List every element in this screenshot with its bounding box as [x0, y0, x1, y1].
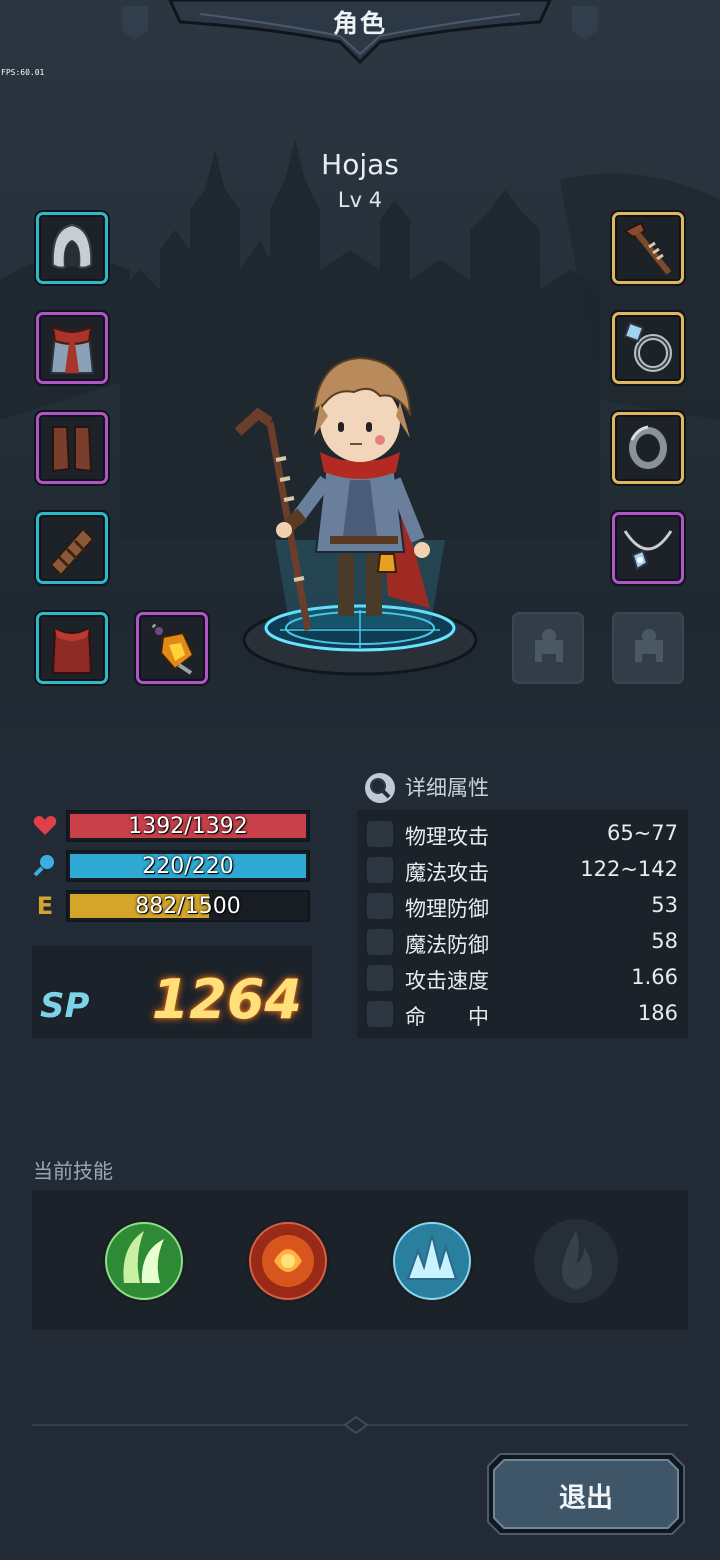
attr-name: 魔法防御: [405, 933, 489, 957]
attr-value: 65~77: [606, 821, 678, 845]
page-title: 角色: [332, 9, 387, 38]
sp-value: 1264: [151, 968, 302, 1031]
mana-icon: [33, 855, 54, 877]
locked-slot-icon: [535, 629, 563, 662]
equip-slot-hood[interactable]: [36, 212, 108, 284]
shield-icon: [367, 893, 393, 919]
locked-skill-icon[interactable]: [532, 1217, 620, 1305]
exp-bar: 882/1500: [66, 890, 310, 922]
ice-skill-icon[interactable]: [388, 1217, 476, 1305]
tunic-icon: [49, 325, 95, 374]
equip-slot-arms[interactable]: [36, 512, 108, 584]
attr-row: 物理攻击 65~77: [357, 816, 688, 852]
attr-row: 攻击速度 1.66: [357, 960, 688, 996]
equip-slot-locked-2[interactable]: [612, 612, 684, 684]
hp-bar: 1392/1392: [66, 810, 310, 842]
attr-name: 攻击速度: [405, 969, 489, 993]
amber-amulet-icon: [151, 623, 195, 675]
heart-icon: [33, 816, 57, 835]
attr-row: 魔法防御 58: [357, 924, 688, 960]
fire-skill-icon[interactable]: [244, 1217, 332, 1305]
attributes-title[interactable]: 详细属性: [405, 772, 489, 802]
target-icon: [367, 1001, 393, 1027]
attr-name: 物理防御: [405, 897, 489, 921]
attr-name: 命 中: [405, 1005, 489, 1029]
sp-panel: SP 1264: [32, 946, 312, 1038]
skills-title: 当前技能: [33, 1159, 113, 1183]
equip-slot-necklace[interactable]: [612, 512, 684, 584]
attr-name: 物理攻击: [405, 825, 489, 849]
character-level: Lv 4: [337, 188, 383, 212]
attr-value: 53: [651, 893, 678, 917]
attr-name: 魔法攻击: [405, 861, 489, 885]
equip-slot-ring-2[interactable]: [612, 412, 684, 484]
equip-slot-chest[interactable]: [36, 312, 108, 384]
equip-slot-boots[interactable]: [36, 412, 108, 484]
attr-row: 物理防御 53: [357, 888, 688, 924]
exp-label: E: [36, 892, 54, 920]
speed-icon: [367, 965, 393, 991]
equip-slot-weapon[interactable]: [612, 212, 684, 284]
exit-label: 退出: [559, 1483, 613, 1514]
necklace-icon: [623, 530, 673, 571]
mp-bar: 220/220: [66, 850, 310, 882]
wind-skill-icon[interactable]: [100, 1217, 188, 1305]
character-name: Hojas: [321, 148, 399, 181]
exp-text: 882/1500: [135, 894, 241, 919]
attr-value: 1.66: [631, 965, 678, 989]
sp-label: SP: [40, 986, 90, 1026]
equip-slot-locked-1[interactable]: [512, 612, 584, 684]
magic-shield-icon: [367, 929, 393, 955]
gem-ring-icon: [623, 321, 672, 372]
attributes-panel: 物理攻击 65~77 魔法攻击 122~142 物理防御 53 魔法防御 58 …: [357, 810, 688, 1038]
equip-slot-ring-1[interactable]: [612, 312, 684, 384]
hood-icon: [51, 223, 93, 269]
arm-wrap-icon: [49, 527, 95, 577]
equip-slot-cloak[interactable]: [36, 612, 108, 684]
sword-icon: [367, 821, 393, 847]
attr-value: 122~142: [580, 857, 678, 881]
mp-text: 220/220: [142, 854, 234, 879]
divider-ornament: [344, 1416, 368, 1434]
hp-text: 1392/1392: [128, 814, 248, 839]
attr-row: 魔法攻击 122~142: [357, 852, 688, 888]
hero-character: [234, 356, 478, 676]
staff-icon: [623, 221, 672, 275]
attr-value: 186: [637, 1001, 678, 1025]
exit-button[interactable]: 退出: [486, 1452, 686, 1536]
boots-icon: [52, 426, 93, 473]
wand-icon: [367, 857, 393, 883]
magnifier-icon[interactable]: [364, 772, 396, 804]
equip-slot-amulet[interactable]: [136, 612, 208, 684]
iron-ring-icon: [627, 425, 669, 471]
locked-slot-icon: [635, 629, 663, 662]
fps-counter: FPS:60.01: [1, 68, 45, 77]
cloak-icon: [51, 627, 93, 674]
attr-value: 58: [651, 929, 678, 953]
attr-row: 命 中 186: [357, 996, 688, 1032]
